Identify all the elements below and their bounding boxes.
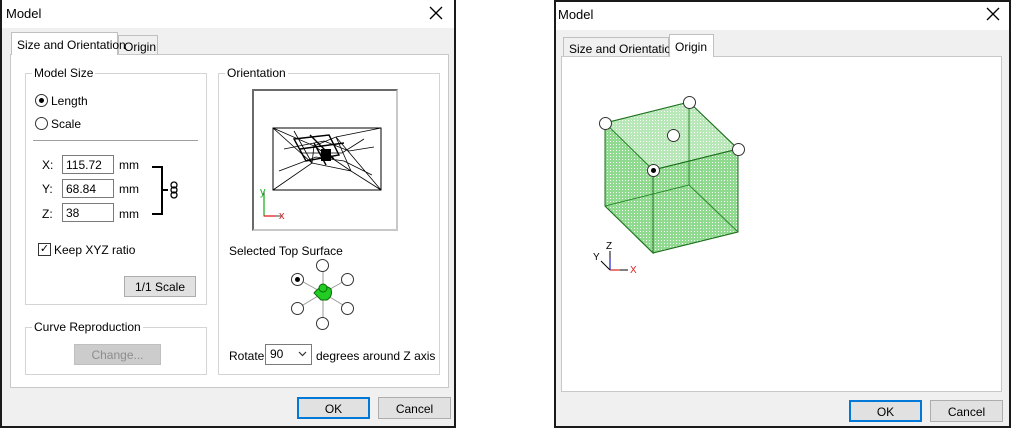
axis-x-label: X — [630, 265, 637, 276]
keep-ratio-checkbox[interactable]: ✓ — [38, 243, 51, 256]
origin-corner-top-left-radio[interactable] — [599, 117, 612, 130]
orientation-group: Orientation y x Selected Top Surface Rot… — [218, 66, 440, 375]
origin-box-preview: Z Y X — [593, 101, 740, 276]
cancel-button[interactable]: Cancel — [930, 400, 1003, 422]
model-size-group: Model Size Length Scale X: 115.72 mm Y: … — [25, 66, 207, 305]
x-unit: mm — [119, 158, 139, 172]
origin-corner-top-back-radio[interactable] — [683, 96, 696, 109]
axis-z-label: Z — [606, 241, 612, 252]
y-label: Y: — [42, 182, 53, 196]
divider — [33, 140, 198, 141]
title-bar: Model — [2, 0, 454, 28]
z-label: Z: — [42, 207, 53, 221]
curve-reproduction-group: Curve Reproduction Change... — [25, 320, 207, 375]
tab-label: Size and Orientation — [569, 42, 678, 56]
origin-top-center-radio[interactable] — [667, 129, 680, 142]
model-wireframe: y x — [260, 127, 382, 222]
axis-x-label: x — [279, 210, 285, 222]
model-dialog-size: Model Size and Orientation Origin Model … — [0, 0, 456, 428]
surface-top-radio[interactable] — [316, 259, 329, 272]
scale-label: Scale — [51, 117, 82, 131]
tab-size-and-orientation[interactable]: Size and Orientation — [563, 37, 678, 57]
surface-lower-left-radio[interactable] — [291, 302, 304, 315]
axis-y-label: Y — [593, 252, 600, 263]
scale-radio[interactable] — [35, 117, 48, 130]
ratio-link-icon[interactable] — [146, 164, 186, 220]
x-label: X: — [42, 158, 54, 172]
tab-label: Size and Orientation — [17, 38, 126, 52]
cancel-button[interactable]: Cancel — [378, 397, 451, 419]
length-radio[interactable] — [35, 94, 48, 107]
rotate-label: Rotate — [229, 349, 265, 363]
group-label: Model Size — [32, 66, 96, 80]
axis-y-label: y — [260, 186, 266, 198]
chevron-down-icon — [298, 351, 307, 357]
one-to-one-scale-button[interactable]: 1/1 Scale — [124, 276, 196, 297]
group-label: Orientation — [225, 66, 288, 80]
rotate-value: 90 — [270, 347, 284, 361]
keep-ratio-label: Keep XYZ ratio — [54, 243, 136, 257]
surface-lower-right-radio[interactable] — [341, 302, 354, 315]
rotate-suffix: degrees around Z axis — [316, 349, 436, 363]
z-field[interactable]: 38 — [62, 203, 114, 222]
length-label: Length — [51, 94, 88, 108]
origin-corner-top-right-radio[interactable] — [732, 143, 745, 156]
close-icon[interactable] — [426, 3, 446, 23]
tab-label: Origin — [124, 40, 157, 54]
tab-page: Z Y X — [561, 56, 1002, 392]
rotate-select[interactable]: 90 — [265, 344, 312, 365]
tab-size-and-orientation[interactable]: Size and Orientation — [11, 32, 126, 55]
orientation-preview: y x — [252, 89, 398, 231]
tab-label: Origin — [675, 40, 708, 54]
y-field[interactable]: 68.84 — [62, 179, 114, 198]
surface-bottom-radio[interactable] — [316, 317, 329, 330]
ok-button[interactable]: OK — [297, 397, 370, 419]
ok-button[interactable]: OK — [849, 400, 922, 422]
dialog-title: Model — [6, 6, 42, 21]
surface-upper-left-radio[interactable] — [291, 273, 304, 286]
origin-corner-top-front-radio[interactable] — [647, 164, 660, 177]
model-dialog-origin: Model Size and Orientation Origin Z Y X … — [554, 0, 1011, 428]
x-field[interactable]: 115.72 — [62, 155, 114, 174]
dialog-title: Model — [558, 7, 594, 22]
tab-page: Model Size Length Scale X: 115.72 mm Y: … — [10, 54, 449, 388]
close-icon[interactable] — [983, 4, 1003, 24]
surface-upper-right-radio[interactable] — [341, 273, 354, 286]
z-unit: mm — [119, 207, 139, 221]
y-unit: mm — [119, 182, 139, 196]
change-button[interactable]: Change... — [74, 344, 161, 365]
title-bar: Model — [556, 2, 1009, 30]
group-label: Curve Reproduction — [32, 320, 143, 334]
tab-origin[interactable]: Origin — [669, 34, 714, 57]
